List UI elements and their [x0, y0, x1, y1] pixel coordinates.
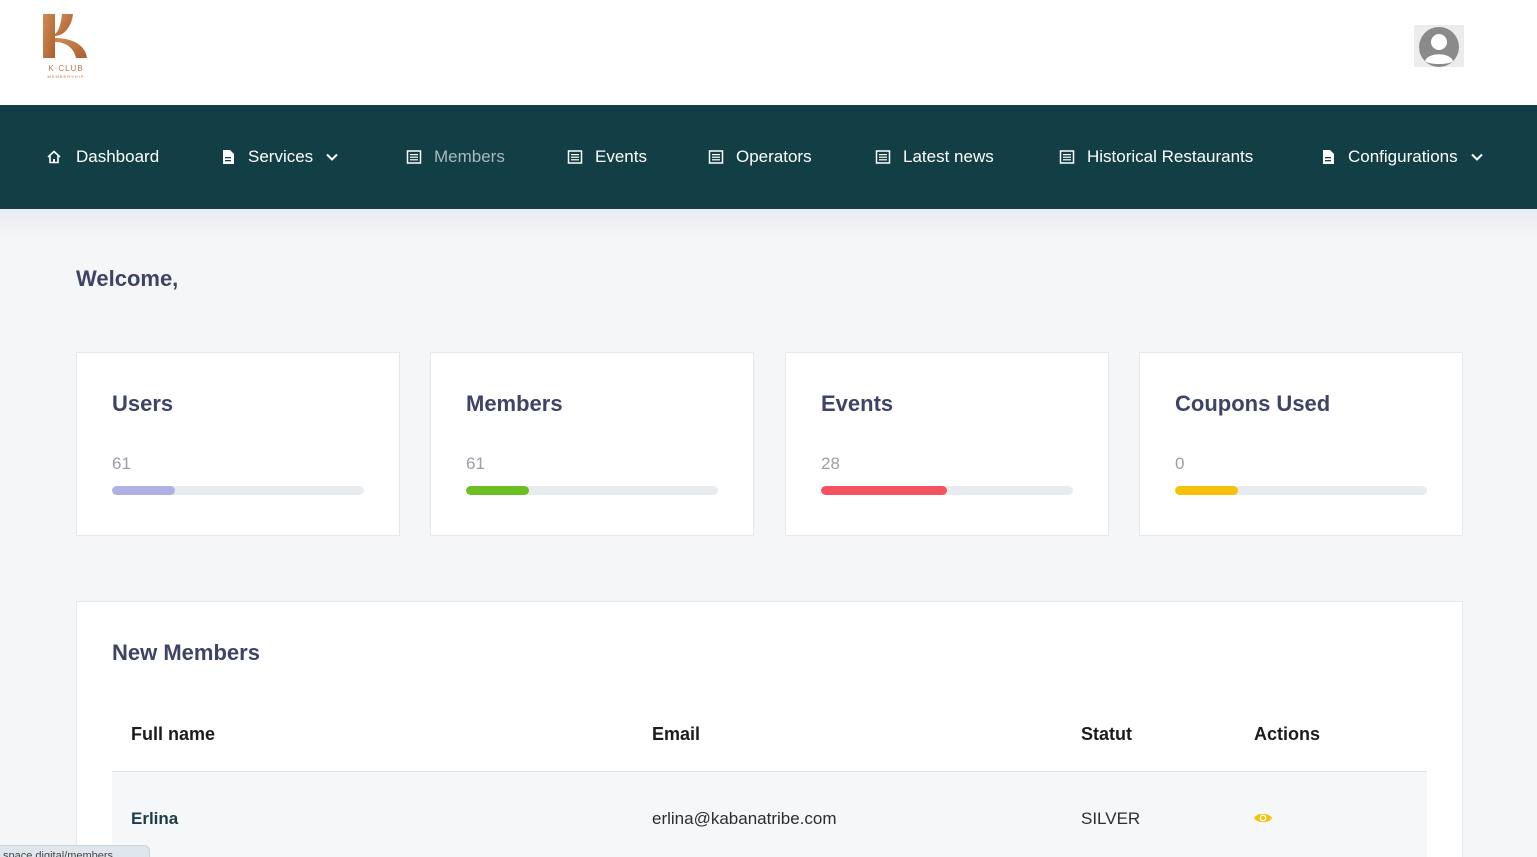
- list-icon: [1059, 150, 1075, 164]
- stat-card-users: Users 61: [76, 352, 400, 536]
- nav-latest-news-label: Latest news: [903, 147, 994, 166]
- home-icon: [47, 150, 61, 164]
- welcome-heading: Welcome,: [76, 266, 179, 291]
- nav-operators[interactable]: Operators: [708, 105, 812, 209]
- stat-card-members: Members 61: [430, 352, 754, 536]
- panel-title: New Members: [112, 640, 260, 665]
- nav-events-label: Events: [595, 147, 647, 166]
- chevron-down-icon: [1470, 153, 1483, 161]
- nav-members[interactable]: Members: [406, 105, 505, 209]
- member-email: erlina@kabanatribe.com: [652, 809, 837, 828]
- eye-icon[interactable]: [1253, 811, 1273, 825]
- user-avatar[interactable]: [1414, 25, 1464, 67]
- nav-dashboard-label: Dashboard: [76, 147, 160, 166]
- nav-historical-restaurants[interactable]: Historical Restaurants: [1059, 105, 1253, 209]
- progress-track: [821, 486, 1073, 495]
- nav-operators-label: Operators: [736, 147, 812, 166]
- nav-members-label: Members: [434, 147, 505, 166]
- progress-track: [1175, 486, 1427, 495]
- stat-card-title: Users: [112, 391, 174, 416]
- nav-configurations[interactable]: Configurations: [1320, 105, 1484, 209]
- chevron-down-icon: [326, 153, 338, 161]
- column-header-full-name: Full name: [131, 724, 216, 744]
- nav-events[interactable]: Events: [567, 105, 647, 209]
- list-icon: [875, 150, 891, 164]
- progress-track: [466, 486, 718, 495]
- progress-fill: [821, 486, 947, 495]
- main-navbar: Dashboard Services Members Events Operat…: [0, 105, 1537, 209]
- stat-card-value: 28: [821, 454, 840, 473]
- avatar-icon: [1419, 27, 1459, 67]
- stat-card-title: Events: [821, 391, 894, 416]
- progress-fill: [1175, 486, 1238, 495]
- nav-configurations-label: Configurations: [1348, 147, 1458, 166]
- column-header-statut: Statut: [1081, 724, 1132, 744]
- column-header-email: Email: [652, 724, 701, 744]
- stat-card-value: 61: [466, 454, 485, 473]
- browser-status-url: space.digital/members: [0, 845, 150, 857]
- member-full-name: Erlina: [131, 809, 179, 828]
- list-icon: [708, 150, 724, 164]
- nav-dashboard[interactable]: Dashboard: [46, 105, 159, 209]
- nav-services-label: Services: [248, 147, 314, 166]
- stat-card-value: 61: [112, 454, 131, 473]
- kclub-logo[interactable]: K·CLUB MEMBERSHIP: [40, 12, 92, 80]
- document-icon: [1323, 150, 1334, 164]
- list-icon: [406, 150, 422, 164]
- document-icon: [223, 150, 234, 164]
- nav-historical-restaurants-label: Historical Restaurants: [1087, 147, 1254, 166]
- nav-latest-news[interactable]: Latest news: [875, 105, 994, 209]
- stat-card-coupons-used: Coupons Used 0: [1139, 352, 1463, 536]
- logo-text: K·CLUB: [48, 64, 84, 73]
- logo-k-icon: [43, 14, 87, 58]
- progress-track: [112, 486, 364, 495]
- stat-card-title: Members: [466, 391, 563, 416]
- nav-services[interactable]: Services: [220, 105, 339, 209]
- top-bar: K·CLUB MEMBERSHIP: [0, 0, 1537, 105]
- column-header-actions: Actions: [1254, 724, 1321, 744]
- member-statut: SILVER: [1081, 809, 1141, 828]
- progress-fill: [466, 486, 529, 495]
- new-members-panel: New Members Full name Email Statut Actio…: [76, 601, 1463, 857]
- stat-card-title: Coupons Used: [1175, 391, 1331, 416]
- progress-fill: [112, 486, 175, 495]
- stat-card-value: 0: [1175, 454, 1185, 473]
- list-icon: [567, 150, 583, 164]
- stat-card-events: Events 28: [785, 352, 1109, 536]
- logo-subtext: MEMBERSHIP: [47, 74, 85, 79]
- navbar-shadow: [0, 209, 1537, 239]
